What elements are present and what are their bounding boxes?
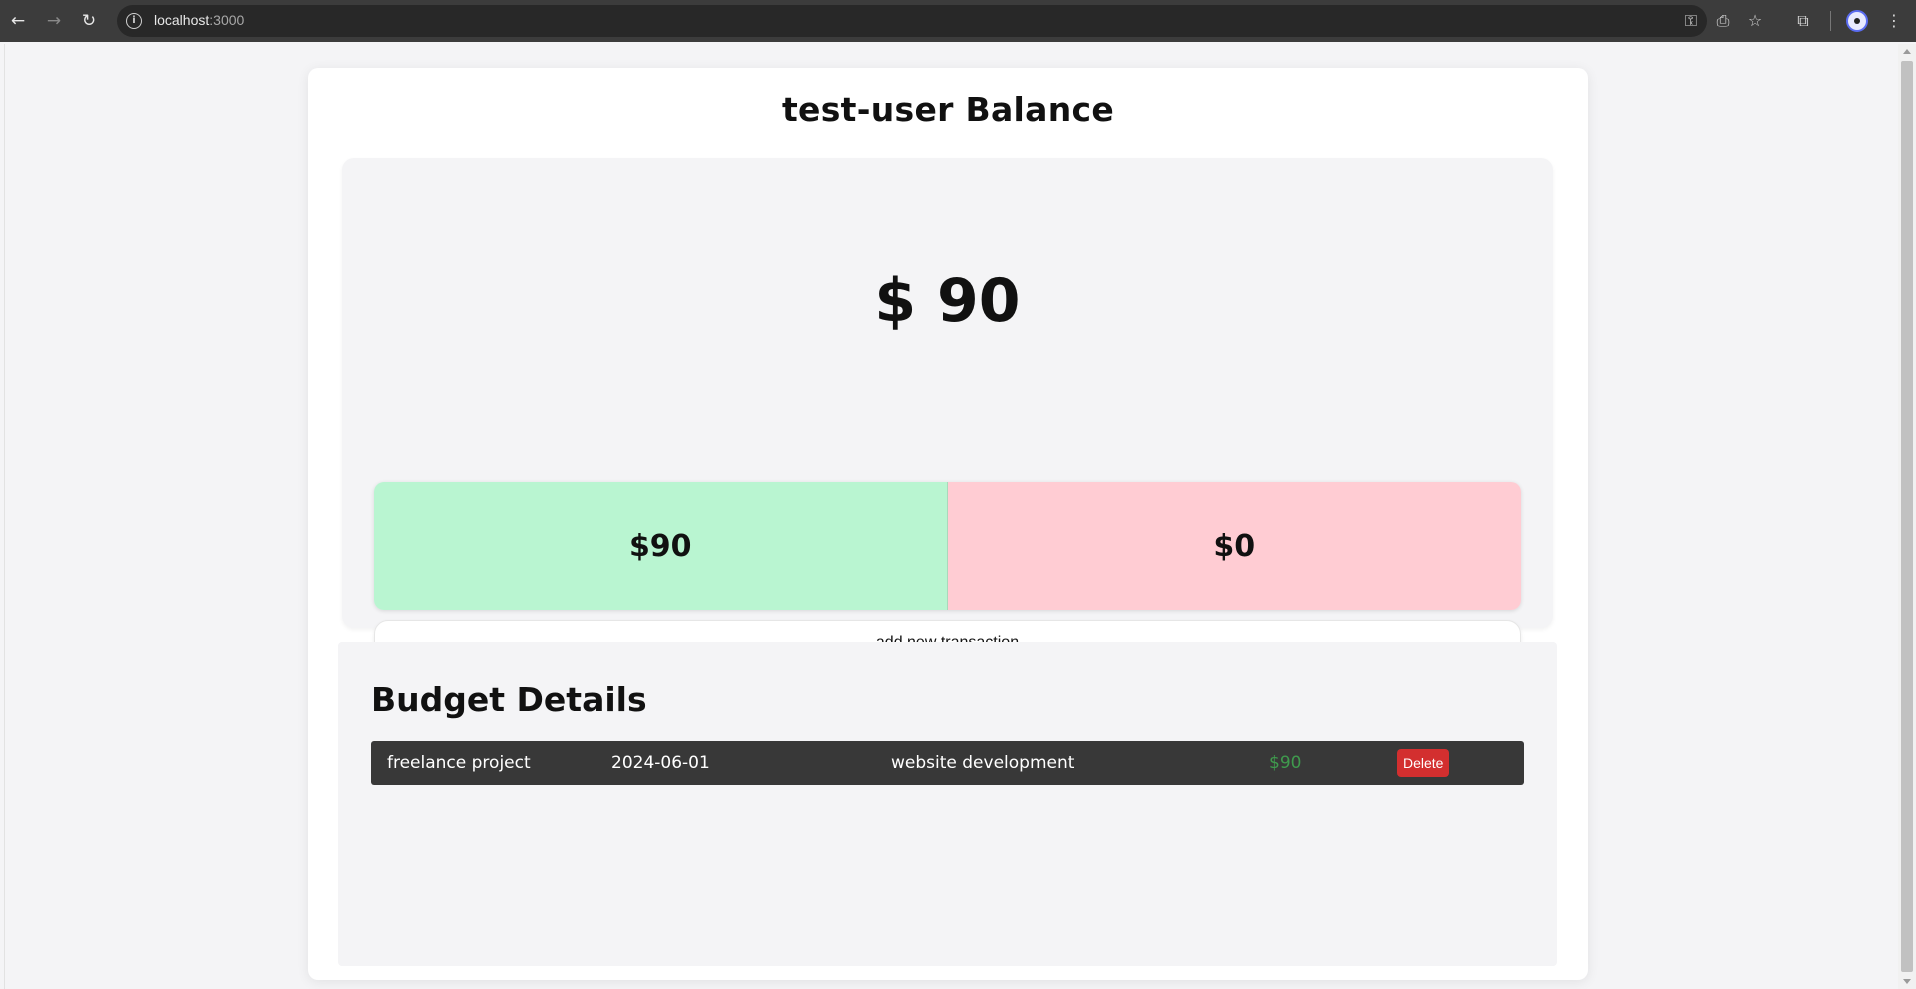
address-bar[interactable]: i localhost:3000 [117, 5, 1707, 37]
reload-icon[interactable]: ↻ [77, 9, 101, 33]
income-total: $90 [374, 482, 948, 610]
password-key-icon[interactable]: ⚿ [1679, 9, 1703, 33]
transaction-date: 2024-06-01 [611, 753, 710, 773]
balance-amount: $ 90 [874, 266, 1021, 336]
transaction-row: freelance project 2024-06-01 website dev… [371, 741, 1524, 785]
transaction-description: website development [891, 753, 1075, 773]
profile-avatar-icon[interactable] [1846, 10, 1868, 32]
site-info-icon[interactable]: i [126, 13, 142, 29]
page-scrollbar[interactable] [1898, 44, 1916, 989]
budget-details-panel: Budget Details freelance project 2024-06… [338, 642, 1557, 966]
more-menu-icon[interactable]: ⋮ [1882, 9, 1906, 33]
url-text: localhost:3000 [154, 12, 245, 28]
balance-panel: $ 90 $90 $0 add new transaction [342, 158, 1553, 665]
toolbar-divider [1830, 11, 1831, 31]
install-app-icon[interactable]: ⎙ [1711, 9, 1735, 33]
scroll-up-arrow-icon[interactable] [1903, 49, 1911, 54]
scroll-down-arrow-icon[interactable] [1903, 979, 1911, 984]
balance-card: test-user Balance $ 90 $90 $0 add new tr… [308, 68, 1588, 980]
page-title: test-user Balance [781, 90, 1115, 129]
expense-total: $0 [947, 482, 1521, 610]
back-arrow-icon[interactable]: ← [6, 9, 30, 33]
browser-toolbar: ← → ↻ i localhost:3000 ⚿ ⎙ ☆ ⧉ ⋮ [0, 0, 1916, 42]
scrollbar-thumb[interactable] [1901, 61, 1913, 972]
bookmark-star-icon[interactable]: ☆ [1743, 9, 1767, 33]
delete-button[interactable]: Delete [1397, 749, 1450, 777]
income-expense-summary: $90 $0 [374, 482, 1521, 610]
transaction-amount: $90 [1269, 753, 1302, 773]
forward-arrow-icon[interactable]: → [42, 9, 66, 33]
extensions-puzzle-icon[interactable]: ⧉ [1791, 9, 1815, 33]
budget-details-heading: Budget Details [371, 680, 647, 719]
transaction-name: freelance project [387, 753, 531, 773]
